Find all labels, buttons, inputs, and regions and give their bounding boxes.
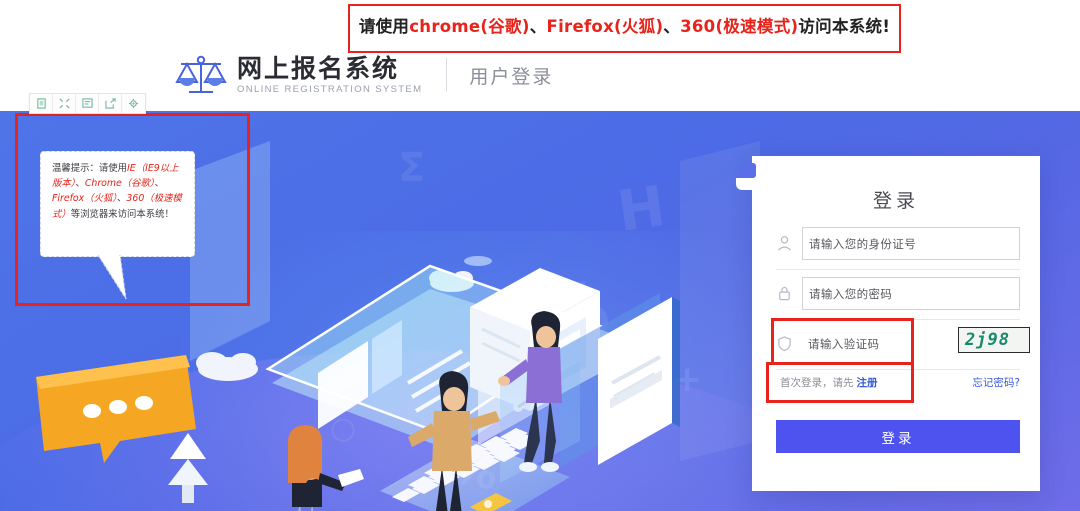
banner-prefix: 请使用 [358, 17, 410, 36]
login-title: 登录 [872, 190, 919, 212]
brand-title-en: ONLINE REGISTRATION SYSTEM [237, 83, 423, 95]
card-notch-white [736, 178, 755, 190]
tip-sep-3: 、 [117, 193, 127, 205]
tip-browser-3: Firefox（火狐） [52, 193, 118, 205]
mini-toolbar[interactable] [29, 93, 146, 114]
tip-sep-1: 、 [75, 178, 85, 190]
yellow-chat-bubble [36, 355, 196, 463]
forgot-password-link[interactable]: 忘记密码? [972, 375, 1020, 390]
password-input[interactable]: 请输入您的密码 [802, 277, 1020, 310]
banner-sep-2: 、 [663, 17, 681, 36]
field-row-password[interactable]: 请输入您的密码 [776, 276, 1020, 320]
banner-browser-1: chrome(谷歌) [409, 17, 530, 36]
screen-icon[interactable] [30, 94, 53, 113]
brand-title-cn: 网上报名系统 [237, 53, 400, 83]
tip-bubble-tail [97, 255, 127, 300]
login-submit-button[interactable]: 登录 [776, 420, 1020, 453]
id-number-input[interactable]: 请输入您的身份证号 [802, 227, 1020, 260]
banner-suffix: 访问本系统! [798, 17, 891, 36]
note-icon[interactable] [76, 94, 99, 113]
lock-icon [776, 276, 802, 307]
tip-tail-text: 等浏览器来访问本系统！ [70, 208, 174, 220]
balance-scale-icon [175, 55, 227, 93]
brand-logo-wrap: 网上报名系统 ONLINE REGISTRATION SYSTEM 用户登录 [175, 52, 553, 98]
tip-lead: 温馨提示：请使用 [52, 163, 128, 174]
paper-plane-stack [168, 433, 208, 503]
banner-browser-2: Firefox(火狐) [546, 17, 664, 36]
browser-tip-bubble: 温馨提示：请使用IE（IE9以上版本）、Chrome（谷歌）、Firefox（火… [40, 151, 195, 257]
field-row-id-number[interactable]: 请输入您的身份证号 [776, 226, 1020, 270]
user-icon [776, 226, 802, 257]
browser-requirement-text: 请使用chrome(谷歌)、Firefox(火狐)、360(极速模式)访问本系统… [350, 13, 899, 37]
banner-browser-3: 360(极速模式) [680, 17, 799, 36]
brand-text: 网上报名系统 ONLINE REGISTRATION SYSTEM [237, 53, 423, 95]
login-page: %H%Σ+○ [0, 0, 1080, 511]
browser-tip-text: 温馨提示：请使用IE（IE9以上版本）、Chrome（谷歌）、Firefox（火… [52, 161, 184, 222]
id-number-underline [776, 269, 1020, 270]
id-number-placeholder: 请输入您的身份证号 [809, 236, 917, 251]
tip-sep-2: 、 [154, 178, 165, 190]
banner-sep-1: 、 [529, 17, 547, 36]
export-icon[interactable] [99, 94, 122, 113]
register-annotation-box [766, 362, 914, 403]
password-placeholder: 请输入您的密码 [809, 286, 893, 301]
browser-requirement-annotation: 请使用chrome(谷歌)、Firefox(火狐)、360(极速模式)访问本系统… [348, 4, 901, 53]
person-woman [287, 425, 364, 511]
gear-icon[interactable] [122, 94, 145, 113]
page-subtitle: 用户登录 [469, 65, 554, 88]
captcha-text: 2j98 [965, 330, 1010, 350]
brand-divider [446, 58, 448, 92]
tip-browser-2: Chrome（谷歌） [84, 178, 155, 190]
captcha-image[interactable]: 2j98 [958, 327, 1030, 353]
fullscreen-icon[interactable] [53, 94, 76, 113]
card-notch-accent [740, 163, 756, 178]
captcha-annotation-box [771, 318, 914, 363]
